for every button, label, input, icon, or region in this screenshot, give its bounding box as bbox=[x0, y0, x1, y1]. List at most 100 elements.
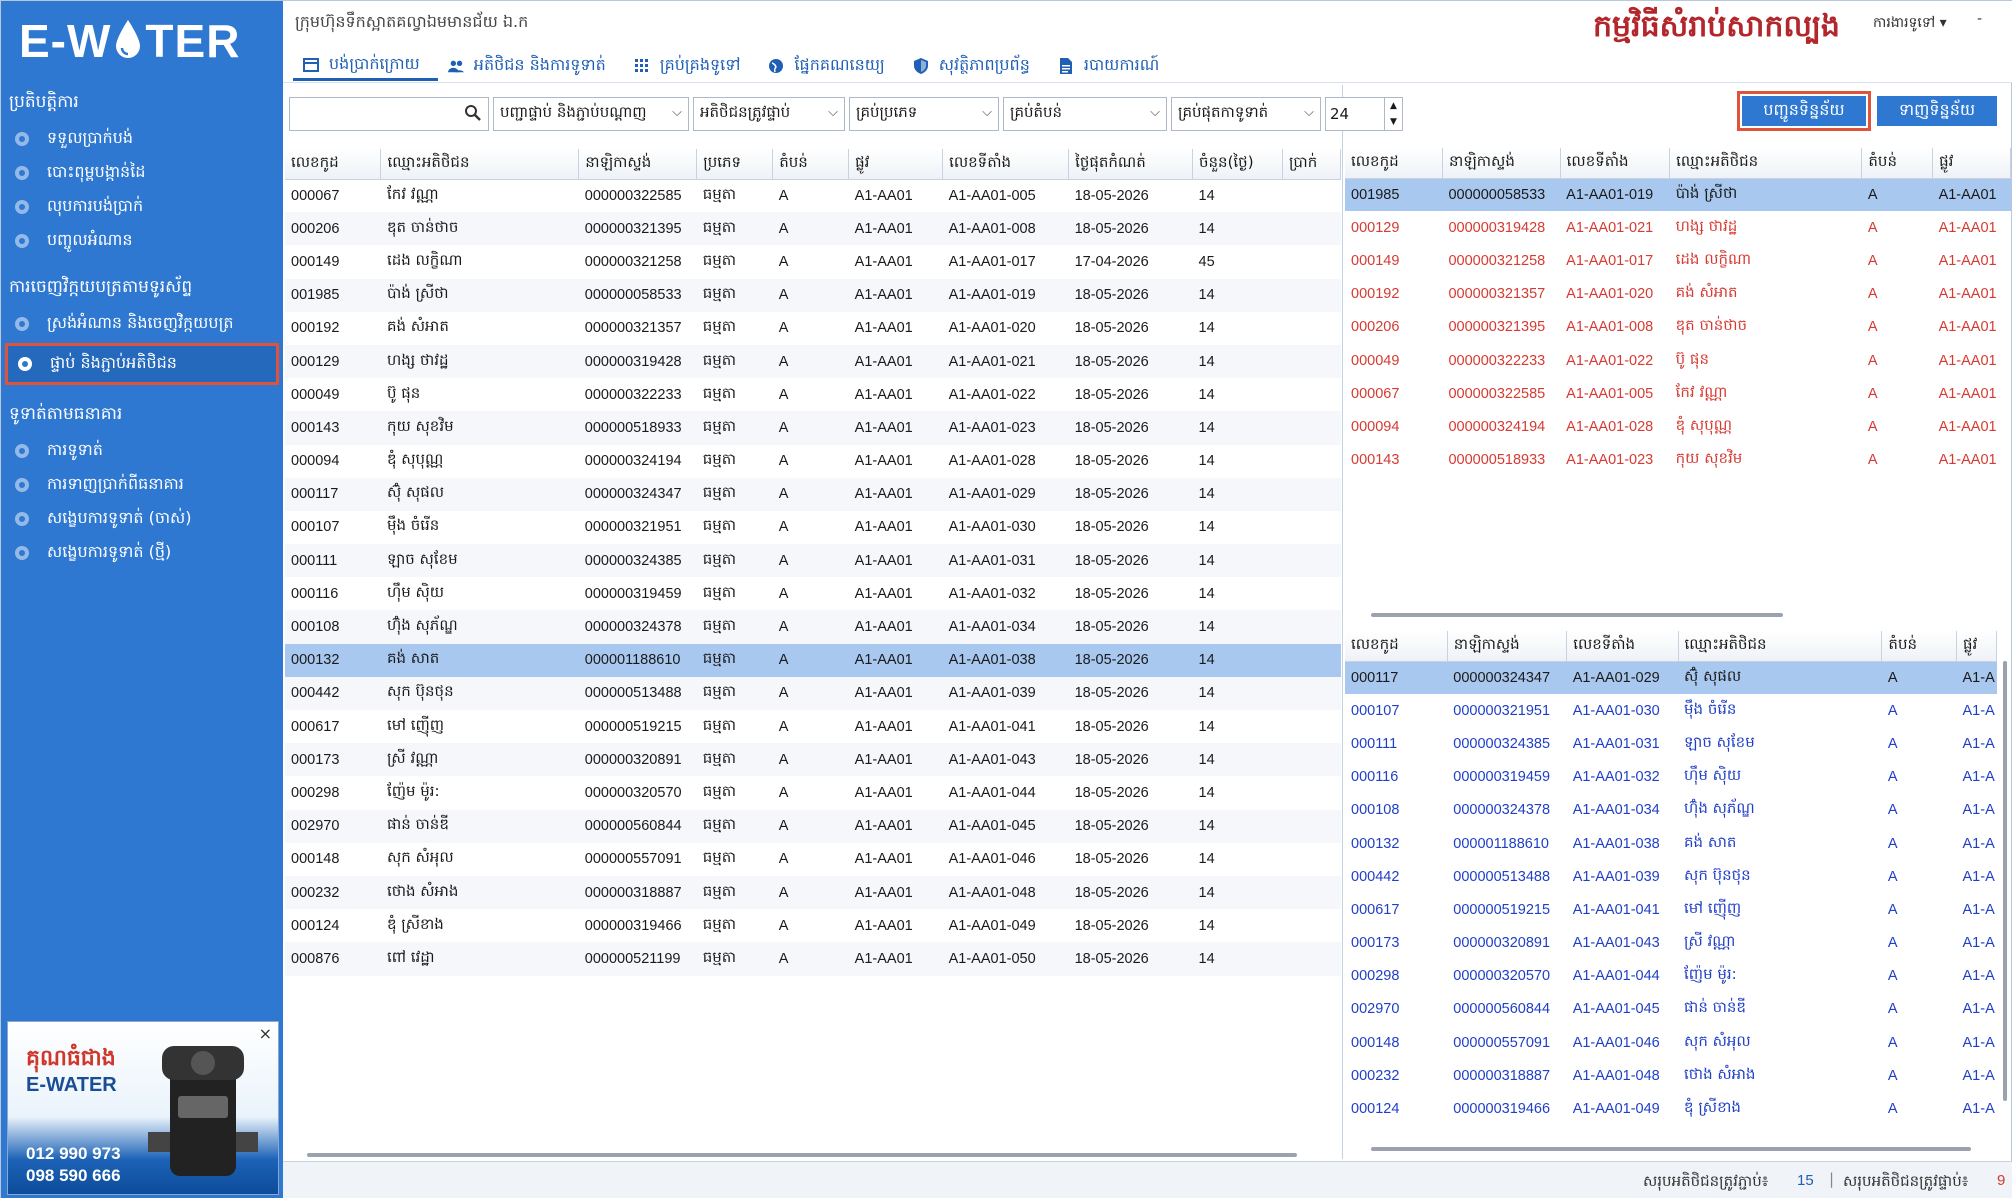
tab-customers[interactable]: អតិថិជន និងការទូទាត់ bbox=[438, 51, 624, 81]
nav-item-disconnect-connect[interactable]: ផ្ទាប់ និងភ្ជាប់អតិថិជន bbox=[5, 343, 279, 385]
column-header[interactable]: ផ្លូវ bbox=[1932, 148, 2011, 179]
column-header[interactable]: តំបន់ bbox=[1861, 148, 1934, 179]
table-row[interactable]: 000173 000000320891 A1-AA01-043 ស្រី វណ្ណា A… bbox=[1345, 927, 1997, 960]
column-header[interactable]: នាឡិកាស្ទង់ bbox=[578, 149, 698, 180]
table-row[interactable]: 000206 ឌុត ចាន់ថាច 000000321395 ធម្មតា A A1-A… bbox=[285, 212, 1341, 246]
table-row[interactable]: 000143 000000518933 A1-AA01-023 កុយ សុខវិម A… bbox=[1345, 444, 2011, 477]
column-header[interactable]: លេខកូដ bbox=[285, 149, 382, 180]
table-row[interactable]: 000117 ស៊ុំ សុផល 000000324347 ធម្មតា A A1-AA0… bbox=[285, 477, 1341, 511]
nav-item-settlement[interactable]: ការទូទាត់ bbox=[1, 434, 283, 468]
column-header[interactable]: ឈ្មោះអតិថិជន bbox=[1678, 631, 1883, 662]
column-header[interactable]: ប្រភេទ bbox=[696, 149, 774, 180]
column-header[interactable]: ឈ្មោះអតិថិជន bbox=[1669, 148, 1863, 179]
column-header[interactable]: នាឡិកាស្ទង់ bbox=[1442, 148, 1561, 179]
table-row[interactable]: 000049 ប៊ូ ផុន 000000322233 ធម្មតា A A1-AA01 A… bbox=[285, 378, 1341, 411]
column-header[interactable]: លេខទីតាំង bbox=[942, 149, 1070, 180]
table-row[interactable]: 000108 ហ៊ុំង សុភ័ណ្ឌ 000000324378 ធម្មតា A A1… bbox=[285, 610, 1341, 644]
table-row[interactable]: 000206 000000321395 A1-AA01-008 ឌុត ចាន់ថាច… bbox=[1345, 311, 2011, 344]
arrow-up-icon[interactable]: ▲ bbox=[1390, 101, 1397, 111]
table-row[interactable]: 000049 000000322233 A1-AA01-022 ប៊ូ ផុន A A1-… bbox=[1345, 344, 2011, 377]
table-row[interactable]: 000148 000000557091 A1-AA01-046 សុក សំអុល A A… bbox=[1345, 1026, 1997, 1059]
tab-postpaid[interactable]: បង់ប្រាក់ក្រោយ bbox=[293, 51, 438, 81]
nav-item-reading-billing[interactable]: ស្រង់អំណាន និងចេញវិក្កយបត្រ bbox=[1, 307, 283, 341]
to-disconnect-grid[interactable]: លេខកូដ នាឡិកាស្ទង់ លេខទីតាំង ឈ្មោះអតិថិជន តំ… bbox=[1345, 148, 2011, 608]
table-row[interactable]: 000067 កែវ វណ្ណា 000000322585 ធម្មតា A A1-AA0… bbox=[285, 179, 1341, 212]
table-row[interactable]: 000107 000000321951 A1-AA01-030 ម៉ឹង ចំរើន A… bbox=[1345, 694, 1997, 727]
advertisement-banner[interactable]: × គុណធំជាង E-WATER 012 990 973 098 590 6… bbox=[7, 1021, 279, 1195]
column-header[interactable]: លេខទីតាំង bbox=[1560, 148, 1671, 179]
nav-item-enter-reading[interactable]: បញ្ចូលអំណាន bbox=[1, 224, 283, 258]
nav-item-receive-payment[interactable]: ទទួលប្រាក់បង់ bbox=[1, 122, 283, 156]
table-row[interactable]: 000116 ហ៊ឹម សុិយ 000000319459 ធម្មតា A A1-AA0… bbox=[285, 577, 1341, 610]
table-row[interactable]: 000094 000000324194 A1-AA01-028 ឌុំ សុបុណ្ណ… bbox=[1345, 410, 2011, 443]
customer-status-select[interactable]: អតិថិជនត្រូវផ្ទាប់ ⌵ bbox=[693, 97, 845, 131]
table-row[interactable]: 000111 ឡាច សុខែម 000000324385 ធម្មតា A A1-AA0… bbox=[285, 544, 1341, 578]
horizontal-scrollbar[interactable] bbox=[1371, 613, 1783, 617]
tab-general[interactable]: គ្រប់គ្រងទូទៅ bbox=[624, 51, 759, 81]
table-row[interactable]: 000192 000000321357 A1-AA01-020 គង់ សំអាត A A… bbox=[1345, 278, 2011, 311]
table-row[interactable]: 000132 គង់ សាត 000001188610 ធម្មតា A A1-AA01 A… bbox=[285, 643, 1341, 677]
nav-item-summary-new[interactable]: សង្ខេបការទូទាត់ (ថ្មី) bbox=[1, 536, 283, 570]
column-header[interactable]: ប្រាក់ bbox=[1282, 149, 1341, 180]
tab-reports[interactable]: របាយការណ៍ bbox=[1048, 51, 1177, 81]
horizontal-scrollbar[interactable] bbox=[307, 1153, 1297, 1157]
command-type-select[interactable]: បញ្ជាផ្ទាប់ និងភ្ជាប់បណ្តាញ ⌵ bbox=[493, 97, 689, 131]
column-header[interactable]: ផ្លូវ bbox=[1956, 631, 1997, 662]
nav-item-delete-payment[interactable]: លុបការបង់ប្រាក់ bbox=[1, 190, 283, 224]
table-row[interactable]: 000876 ពៅ វេដ្ឋា 000000521199 ធម្មតា A A1-AA0… bbox=[285, 942, 1341, 976]
table-row[interactable]: 000148 សុក សំអុល 000000557091 ធម្មតា A A1-AA0… bbox=[285, 843, 1341, 876]
table-row[interactable]: 001985 ប៉ាង់ ស្រីថា 000000058533 ធម្មតា A A1-… bbox=[285, 278, 1341, 312]
table-row[interactable]: 000298 ញ៉ែម ម៉ូរ: 000000320570 ធម្មតា A A1-AA… bbox=[285, 776, 1341, 809]
table-row[interactable]: 000617 000000519215 A1-AA01-041 មៅ ញ៉ើញ A A1-… bbox=[1345, 893, 1997, 926]
stepper-arrows[interactable]: ▲ ▼ bbox=[1384, 98, 1402, 130]
send-data-button[interactable]: បញ្ជូនទិន្នន័យ bbox=[1742, 96, 1866, 126]
days-stepper[interactable]: 24 ▲ ▼ bbox=[1325, 97, 1403, 131]
table-row[interactable]: 000232 ថោង សំអាង 000000318887 ធម្មតា A A1-AA0… bbox=[285, 875, 1341, 910]
table-row[interactable]: 000117 000000324347 A1-AA01-029 ស៊ុំ សុផល A A… bbox=[1345, 661, 1997, 695]
horizontal-scrollbar[interactable] bbox=[1371, 1147, 1971, 1151]
user-menu[interactable]: ការងារទូទៅ ▾ bbox=[1873, 13, 1947, 34]
table-row[interactable]: 000108 000000324378 A1-AA01-034 ហ៊ុំង សុភ័ណ… bbox=[1345, 794, 1997, 827]
column-header[interactable]: នាឡិកាស្ទង់ bbox=[1447, 631, 1568, 662]
tab-accounting[interactable]: ផ្នែកគណនេយ្យ bbox=[758, 51, 902, 81]
zone-select[interactable]: គ្រប់តំបន់ ⌵ bbox=[1003, 97, 1167, 131]
minimize-button[interactable]: - bbox=[1977, 11, 1982, 27]
column-header[interactable]: លេខកូដ bbox=[1345, 148, 1443, 179]
pull-data-button[interactable]: ទាញទិន្នន័យ bbox=[1877, 96, 1997, 126]
table-row[interactable]: 000107 ម៉ឹង ចំរើន 000000321951 ធម្មតា A A1-AA… bbox=[285, 511, 1341, 544]
vertical-scrollbar[interactable] bbox=[2003, 661, 2007, 1101]
column-header[interactable]: តំបន់ bbox=[772, 149, 850, 180]
nav-item-summary-old[interactable]: សង្ខេបការទូទាត់ (ចាស់) bbox=[1, 502, 283, 536]
column-header[interactable]: តំបន់ bbox=[1881, 631, 1958, 662]
table-row[interactable]: 002970 ផាន់ ចាន់ឌី 000000560844 ធម្មតា A A1-A… bbox=[285, 809, 1341, 843]
table-row[interactable]: 000192 គង់ សំអាត 000000321357 ធម្មតា A A1-AA0… bbox=[285, 312, 1341, 345]
column-header[interactable]: លេខកូដ bbox=[1345, 631, 1448, 662]
table-row[interactable]: 000442 សុក ប៊ុនថុន 000000513488 ធម្មតា A A1-A… bbox=[285, 676, 1341, 710]
table-row[interactable]: 000129 ហង្ស ថាវដ្ឋ 000000319428 ធម្មតា A A1-A… bbox=[285, 344, 1341, 379]
table-row[interactable]: 000149 ដេង លក្ខិណា 000000321258 ធម្មតា A A1-A… bbox=[285, 245, 1341, 278]
search-input[interactable] bbox=[289, 97, 489, 131]
column-header[interactable]: ផ្លូវ bbox=[848, 149, 944, 180]
category-select[interactable]: គ្រប់ប្រភេទ ⌵ bbox=[849, 97, 999, 131]
table-row[interactable]: 000116 000000319459 A1-AA01-032 ហ៊ឹម សុិយ A A… bbox=[1345, 761, 1997, 794]
due-select[interactable]: គ្រប់ផុតកាទូទាត់ ⌵ bbox=[1171, 97, 1321, 131]
table-row[interactable]: 001985 000000058533 A1-AA01-019 ប៉ាង់ ស្រីថ… bbox=[1345, 178, 2011, 212]
table-row[interactable]: 000132 000001188610 A1-AA01-038 គង់ សាត A A1-… bbox=[1345, 827, 1997, 860]
column-header[interactable]: ចំនួន(ថ្ងៃ) bbox=[1192, 149, 1283, 180]
close-icon[interactable]: × bbox=[259, 1024, 272, 1043]
table-row[interactable]: 002970 000000560844 A1-AA01-045 ផាន់ ចាន់ឌី… bbox=[1345, 993, 1997, 1026]
table-row[interactable]: 000094 ឌុំ សុបុណ្ណ 000000324194 ធម្មតា A A1-A… bbox=[285, 445, 1341, 478]
table-row[interactable]: 000442 000000513488 A1-AA01-039 សុក ប៊ុនថុន… bbox=[1345, 860, 1997, 893]
tab-security[interactable]: សុវត្ថិភាពប្រព័ន្ធ bbox=[903, 51, 1048, 81]
arrow-down-icon[interactable]: ▼ bbox=[1390, 117, 1397, 127]
table-row[interactable]: 000124 ឌុំ ស្រីខាង 000000319466 ធម្មតា A A1-A… bbox=[285, 909, 1341, 942]
table-row[interactable]: 000173 ស្រី វណ្ណា 000000320891 ធម្មតា A A1-AA… bbox=[285, 743, 1341, 777]
table-row[interactable]: 000067 000000322585 A1-AA01-005 កែវ វណ្ណា A A… bbox=[1345, 377, 2011, 410]
column-header[interactable]: ឈ្មោះអតិថិជន bbox=[380, 149, 580, 180]
column-header[interactable]: លេខទីតាំង bbox=[1566, 631, 1679, 662]
nav-item-bank-withdrawal[interactable]: ការទាញប្រាក់ពីធនាគារ bbox=[1, 468, 283, 502]
search-icon[interactable] bbox=[464, 104, 482, 122]
table-row[interactable]: 000232 000000318887 A1-AA01-048 ថោង សំអាង A A… bbox=[1345, 1059, 1997, 1092]
column-header[interactable]: ថ្ងៃផុតកំណត់ bbox=[1068, 149, 1193, 180]
table-row[interactable]: 000143 កុយ សុខវិម 000000518933 ធម្មតា A A1-AA… bbox=[285, 411, 1341, 445]
